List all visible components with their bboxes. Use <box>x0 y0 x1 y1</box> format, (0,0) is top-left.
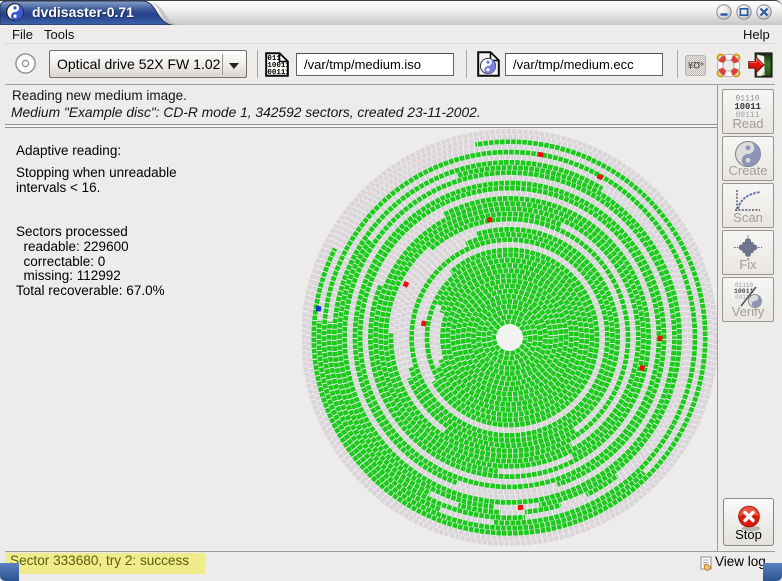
svg-text:¥Ʊº: ¥Ʊº <box>688 61 704 71</box>
svg-text:00111: 00111 <box>267 69 289 77</box>
